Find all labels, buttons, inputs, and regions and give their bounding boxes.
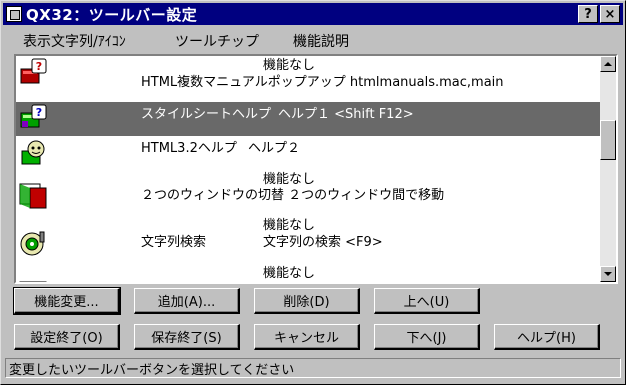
list-item[interactable]: 機能なし 文字列検索 文字列の検索 <F9> — [16, 214, 602, 260]
red-question-book-icon: ? — [20, 58, 47, 84]
row-label: 文字列検索 — [141, 235, 207, 250]
help-button[interactable]: ヘルプ(H) — [494, 324, 600, 350]
row-tooltip: ヘルプ２ — [248, 141, 301, 156]
arrow-down-icon — [604, 272, 612, 276]
list-item-selected[interactable]: ? スタイルシートヘルプ ヘルプ１ <Shift F12> — [16, 102, 602, 136]
app-icon[interactable] — [6, 6, 22, 22]
scroll-up-button[interactable] — [600, 56, 616, 72]
move-down-button[interactable]: 下へ(J) — [374, 324, 480, 350]
row-tooltip: ヘルプ１ <Shift F12> — [278, 107, 414, 122]
help-title-button[interactable]: ? — [578, 5, 598, 23]
row-label: HTML複数マニュアルポップアップ htmlmanuals.mac,main — [141, 75, 504, 90]
list-item[interactable]: 機能なし — [16, 262, 602, 282]
header-description: 機能説明 — [293, 34, 349, 50]
svg-text:?: ? — [36, 106, 42, 119]
row-tooltip: 文字列の検索 <F9> — [263, 235, 383, 250]
finish-settings-button[interactable]: 設定終了(O) — [14, 324, 120, 350]
split-window-icon — [19, 183, 47, 209]
list-item[interactable]: 機能なし ２つのウィンドウの切替 ２つのウィンドウ間で移動 — [16, 166, 602, 212]
add-button[interactable]: 追加(A)... — [134, 288, 240, 314]
toolbar-settings-window: QX32：ツールバー設定 ? × 表示文字列/ｱｲｺﾝ ツールチップ 機能説明 … — [0, 0, 626, 385]
arrow-up-icon — [604, 62, 612, 66]
window-title: QX32：ツールバー設定 — [26, 5, 198, 24]
scroll-down-button[interactable] — [600, 266, 616, 282]
green-question-book-icon: ? — [20, 104, 47, 128]
cancel-button[interactable]: キャンセル — [254, 324, 360, 350]
row-label: スタイルシートヘルプ — [141, 107, 272, 122]
green-cartoon-icon — [21, 140, 45, 165]
list-item[interactable]: ? 機能なし HTML複数マニュアルポップアップ htmlmanuals.mac… — [16, 56, 602, 90]
row-label: ２つのウィンドウの切替 ２つのウィンドウ間で移動 — [141, 188, 445, 203]
move-up-button[interactable]: 上へ(U) — [374, 288, 480, 314]
list-scrollbar[interactable] — [600, 56, 616, 282]
delete-button[interactable]: 削除(D) — [254, 288, 360, 314]
search-disc-icon — [20, 231, 45, 256]
status-bar: 変更したいツールバーボタンを選択してください — [5, 358, 621, 378]
row-none-label: 機能なし — [263, 266, 316, 281]
row-label: HTML3.2ヘルプ — [141, 141, 237, 156]
title-bar[interactable]: QX32：ツールバー設定 ? × — [3, 3, 623, 25]
header-tooltip: ツールチップ — [175, 34, 259, 50]
close-button[interactable]: × — [600, 5, 620, 23]
scroll-thumb[interactable] — [600, 120, 616, 160]
save-finish-button[interactable]: 保存終了(S) — [134, 324, 240, 350]
toolbar-button-list[interactable]: ? 機能なし HTML複数マニュアルポップアップ htmlmanuals.mac… — [14, 54, 618, 284]
header-display-text-icon: 表示文字列/ｱｲｺﾝ — [23, 34, 126, 50]
folder-icon — [19, 281, 47, 282]
svg-text:?: ? — [36, 60, 42, 73]
change-function-button[interactable]: 機能変更... — [13, 287, 121, 315]
